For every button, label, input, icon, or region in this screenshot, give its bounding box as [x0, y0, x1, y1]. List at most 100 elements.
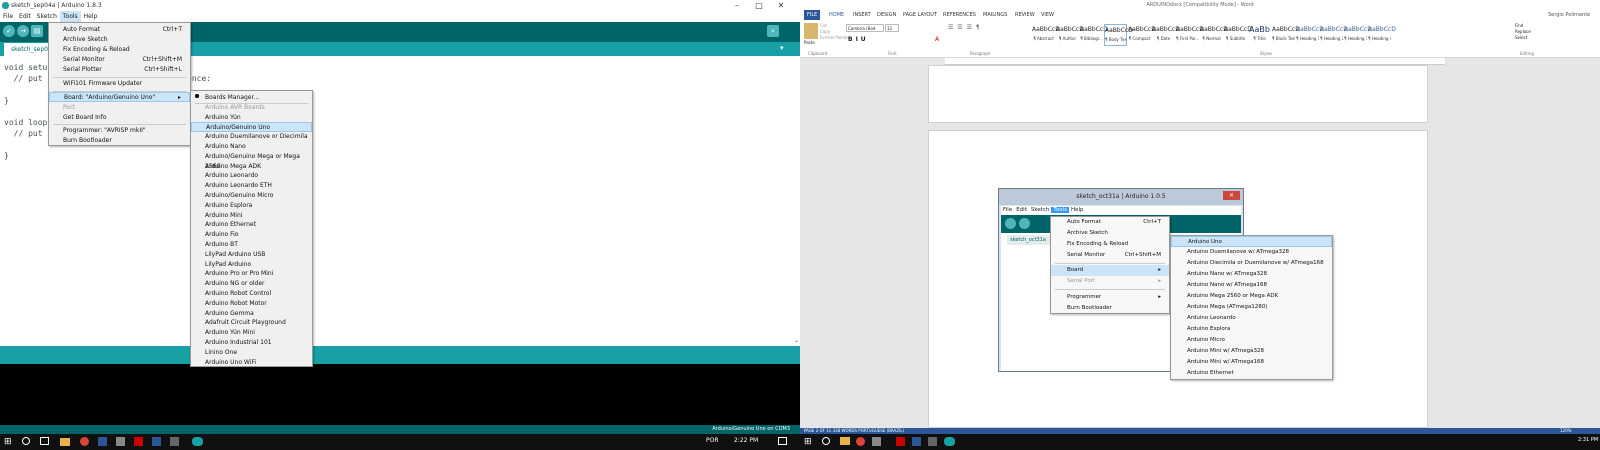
tab-menu-icon[interactable]: ▾	[780, 44, 784, 52]
board-item[interactable]: LilyPad Arduino	[191, 260, 312, 270]
app-icon-2[interactable]	[116, 437, 125, 446]
board-item[interactable]: Arduino Ethernet	[191, 220, 312, 230]
style-item[interactable]: AaBbCcD ¶ Author	[1056, 24, 1084, 46]
menu-item-fix-encoding[interactable]: Fix Encoding & Reload	[49, 45, 190, 55]
font-size-input[interactable]: 12	[885, 24, 899, 32]
style-item[interactable]: AaBbCcD ¶ Subtitle	[1224, 24, 1252, 46]
notifications-icon[interactable]	[778, 437, 787, 445]
board-item[interactable]: Arduino Robot Control	[191, 289, 312, 299]
task-view-icon[interactable]	[40, 437, 49, 445]
board-item[interactable]: Arduino Duemilanove or Diecimila	[191, 132, 312, 142]
close-button[interactable]: ✕	[770, 0, 792, 11]
style-item[interactable]: AaBb ¶ Title	[1248, 24, 1271, 46]
menu-help[interactable]: Help	[81, 11, 101, 22]
select-button[interactable]: Select	[1515, 35, 1531, 41]
style-item[interactable]: AaBbCcD ¶ Heading 4	[1368, 24, 1396, 46]
menu-item-get-board-info[interactable]: Get Board Info	[49, 113, 190, 123]
board-item[interactable]: Arduino Uno WiFi	[191, 358, 312, 368]
file-explorer-icon[interactable]	[60, 438, 70, 446]
tab-file[interactable]: FILE	[804, 10, 821, 20]
board-item[interactable]: Arduino/Genuino Mega or Mega 2560	[191, 152, 312, 170]
upload-button[interactable]: →	[17, 25, 29, 37]
tray-clock[interactable]: 2:22 PM	[734, 437, 758, 444]
menu-item-archive-sketch[interactable]: Archive Sketch	[49, 35, 190, 45]
paste-label[interactable]: Paste	[804, 40, 815, 45]
word-icon[interactable]	[152, 437, 161, 446]
app-icon-right-2[interactable]	[928, 437, 937, 446]
file-explorer-icon-right[interactable]	[840, 437, 850, 445]
new-button[interactable]: ▤	[31, 25, 43, 37]
tab-insert[interactable]: INSERT	[850, 10, 874, 20]
minimize-button[interactable]: –	[726, 0, 748, 11]
board-item[interactable]: Arduino BT	[191, 240, 312, 250]
paste-icon[interactable]	[804, 23, 818, 39]
tab-mailings[interactable]: MAILINGS	[980, 10, 1010, 20]
font-color-icon[interactable]: A	[935, 36, 939, 43]
acrobat-icon[interactable]	[134, 437, 143, 446]
tab-page-layout[interactable]: PAGE LAYOUT	[900, 10, 940, 20]
verify-button[interactable]: ✓	[3, 25, 15, 37]
board-item[interactable]: Adafruit Circuit Playground	[191, 318, 312, 328]
menu-item-auto-format[interactable]: Auto Format Ctrl+T	[49, 25, 190, 35]
arduino-taskbar-icon[interactable]	[192, 437, 203, 446]
menu-item-burn-bootloader[interactable]: Burn Bootloader	[49, 136, 190, 146]
board-item[interactable]: LilyPad Arduino USB	[191, 250, 312, 260]
start-icon[interactable]: ⊞	[4, 437, 12, 447]
menu-edit[interactable]: Edit	[16, 11, 34, 22]
tab-view[interactable]: VIEW	[1038, 10, 1057, 20]
board-item[interactable]: Arduino Nano	[191, 142, 312, 152]
word-icon-right[interactable]	[912, 437, 921, 446]
style-item[interactable]: AaBbCcD ¶ Heading 3	[1344, 24, 1372, 46]
board-item[interactable]: Arduino Esplora	[191, 201, 312, 211]
tab-review[interactable]: REVIEW	[1012, 10, 1038, 20]
board-item[interactable]: Arduino Gemma	[191, 309, 312, 319]
style-item[interactable]: AaBbCcD ¶ Block Text	[1272, 24, 1300, 46]
style-item[interactable]: AaBbCcD ¶ Heading 1	[1296, 24, 1324, 46]
style-item[interactable]: AaBbCcD ¶ Date	[1152, 24, 1180, 46]
cortana-icon-right[interactable]	[822, 437, 830, 445]
style-item[interactable]: AaBbCcD ¶ Compact	[1128, 24, 1156, 46]
tab-home[interactable]: HOME	[826, 10, 847, 20]
board-item[interactable]: Linino One	[191, 348, 312, 358]
style-item[interactable]: AaBbCcD ¶ Normal	[1200, 24, 1228, 46]
board-item[interactable]: Arduino Yún	[191, 113, 312, 123]
document-page-1[interactable]	[928, 65, 1428, 123]
board-item[interactable]: Arduino/Genuino Uno	[191, 122, 312, 133]
paragraph-tools[interactable]: ☰ ☰ ☰ ¶	[948, 24, 993, 44]
menu-item-wifi-updater[interactable]: WiFi101 Firmware Updater	[49, 79, 190, 89]
board-item[interactable]: Arduino Leonardo	[191, 171, 312, 181]
menu-item-board[interactable]: Board: "Arduino/Genuino Uno" ▸	[49, 92, 190, 102]
style-item[interactable]: AaBbCcD ¶ Abstract	[1032, 24, 1060, 46]
user-name[interactable]: Sergio Polimante	[1545, 10, 1593, 20]
font-format-buttons[interactable]: BIU	[848, 36, 869, 43]
format-painter-button[interactable]: Format Painter	[820, 35, 849, 41]
chrome-icon-right[interactable]	[856, 437, 865, 446]
menu-item-serial-monitor[interactable]: Serial Monitor Ctrl+Shift+M	[49, 55, 190, 65]
menu-tools[interactable]: Tools	[59, 11, 81, 22]
board-item[interactable]: Arduino Robot Motor	[191, 299, 312, 309]
board-item[interactable]: Arduino/Genuino Micro	[191, 191, 312, 201]
tray-lang[interactable]: POR	[706, 437, 719, 444]
board-item[interactable]: Arduino Leonardo ETH	[191, 181, 312, 191]
start-icon-right[interactable]: ⊞	[804, 437, 812, 447]
board-item[interactable]: Arduino Yún Mini	[191, 328, 312, 338]
tab-design[interactable]: DESIGN	[874, 10, 899, 20]
scroll-down-icon[interactable]: ⌄	[794, 337, 799, 344]
acrobat-icon-right[interactable]	[896, 437, 905, 446]
board-item[interactable]: Arduino Mini	[191, 211, 312, 221]
style-item[interactable]: AaBbCcD ¶ Heading 2	[1320, 24, 1348, 46]
menu-item-port[interactable]: Port	[49, 103, 190, 113]
maximize-button[interactable]: □	[748, 0, 770, 11]
font-name-input[interactable]: Cambria (Bod	[846, 24, 884, 32]
style-item[interactable]: AaBbCcD ¶ Body Text	[1104, 24, 1133, 46]
app-icon-1[interactable]	[98, 437, 107, 446]
app-icon-3[interactable]	[170, 437, 179, 446]
chrome-icon[interactable]	[80, 437, 89, 446]
cortana-icon[interactable]	[22, 437, 30, 445]
menu-item-programmer[interactable]: Programmer: "AVRISP mkII"	[49, 126, 190, 136]
board-item[interactable]: Boards Manager...	[191, 93, 312, 103]
board-item[interactable]: Arduino Mega ADK	[191, 162, 312, 172]
style-item[interactable]: AaBbCcD ¶ Bibliogr...	[1080, 24, 1108, 46]
board-item[interactable]: Arduino Industrial 101	[191, 338, 312, 348]
menu-sketch[interactable]: Sketch	[34, 11, 60, 22]
